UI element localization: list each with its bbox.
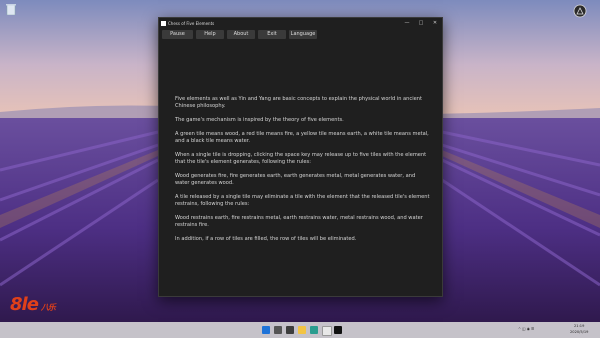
- watermark-logo: 8le 八乐: [10, 294, 56, 315]
- search-icon[interactable]: [274, 326, 282, 334]
- language-button[interactable]: Language: [289, 30, 317, 39]
- paragraph: The game's mechanism is inspired by the …: [175, 117, 344, 123]
- window-title: Chess of Five Elements: [168, 20, 215, 26]
- task-view-icon[interactable]: [286, 326, 294, 334]
- pause-button[interactable]: Pause: [162, 30, 193, 39]
- maximize-icon[interactable]: □: [414, 18, 428, 28]
- close-icon[interactable]: ✕: [428, 18, 442, 28]
- app-icon: [161, 20, 166, 26]
- paragraph: When a single tile is dropping, clicking…: [175, 152, 427, 165]
- app-shortcut-icon[interactable]: [573, 4, 587, 19]
- app-taskbar-icon[interactable]: [334, 326, 342, 334]
- menu-bar: Pause Help About Exit Language: [159, 28, 442, 39]
- tray-date[interactable]: 2020/5/19: [570, 330, 588, 334]
- browser-icon[interactable]: [310, 326, 318, 334]
- desktop: Chess of Five Elements — □ ✕ Pause Help …: [0, 0, 600, 338]
- paragraph: Five elements as well as Yin and Yang ar…: [175, 96, 422, 109]
- paragraph: A green tile means wood, a red tile mean…: [175, 131, 429, 144]
- minimize-icon[interactable]: —: [400, 18, 414, 28]
- paragraph: Wood restrains earth, fire restrains met…: [175, 215, 423, 228]
- tray-icons[interactable]: ^ ◫ ◉ ☰: [518, 327, 534, 331]
- about-button[interactable]: About: [227, 30, 255, 39]
- exit-button[interactable]: Exit: [258, 30, 286, 39]
- store-icon[interactable]: [322, 326, 332, 336]
- help-text: Five elements as well as Yin and Yang ar…: [175, 96, 430, 250]
- paragraph: In addition, if a row of tiles are fille…: [175, 236, 357, 242]
- start-icon[interactable]: [262, 326, 270, 334]
- paragraph: Wood generates fire, fire generates eart…: [175, 173, 416, 186]
- recycle-bin-icon[interactable]: [6, 3, 16, 16]
- help-button[interactable]: Help: [196, 30, 224, 39]
- watermark-sub: 八乐: [40, 303, 56, 312]
- file-explorer-icon[interactable]: [298, 326, 306, 334]
- tray-time[interactable]: 21:19: [574, 324, 584, 328]
- title-bar[interactable]: Chess of Five Elements — □ ✕: [159, 18, 442, 28]
- main-window: Chess of Five Elements — □ ✕ Pause Help …: [158, 17, 443, 297]
- taskbar: ^ ◫ ◉ ☰ 21:19 2020/5/19: [0, 322, 600, 338]
- paragraph: A tile released by a single tile may eli…: [175, 194, 430, 207]
- watermark-main: 8le: [10, 294, 39, 315]
